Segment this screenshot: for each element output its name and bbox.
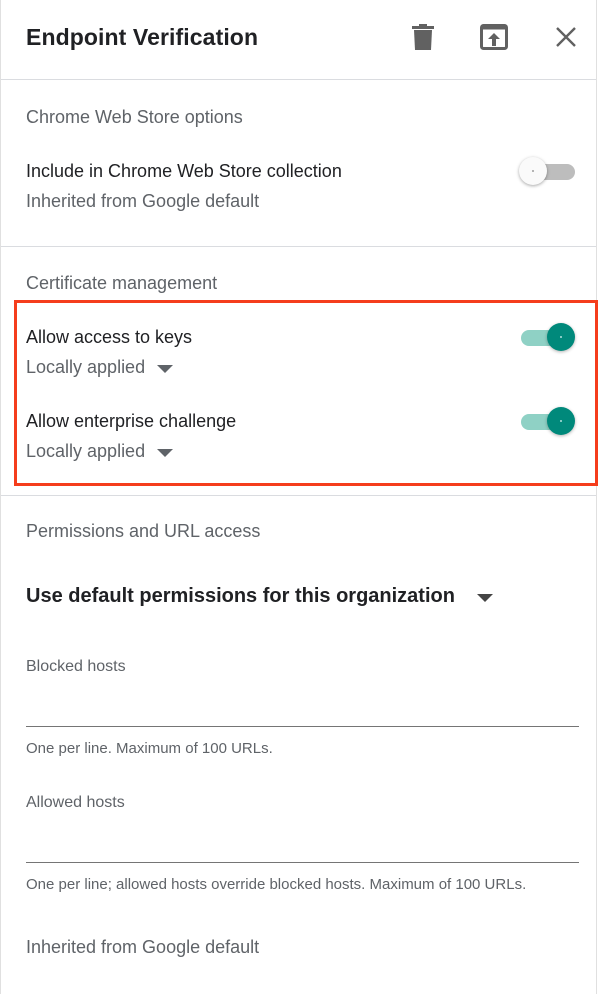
open-in-new-icon[interactable] bbox=[479, 22, 509, 52]
section-divider bbox=[1, 495, 596, 496]
allowed-hosts-helper: One per line; allowed hosts override blo… bbox=[26, 876, 527, 893]
blocked-hosts-label: Blocked hosts bbox=[26, 658, 126, 675]
section-title-permissions: Permissions and URL access bbox=[26, 521, 261, 541]
section-divider bbox=[1, 246, 596, 247]
page-title: Endpoint Verification bbox=[26, 24, 259, 50]
blocked-hosts-input[interactable] bbox=[26, 687, 579, 727]
caret-down-icon bbox=[476, 593, 493, 602]
allowed-hosts-input[interactable] bbox=[26, 823, 579, 863]
include-in-collection-status: Inherited from Google default bbox=[26, 191, 260, 211]
close-icon[interactable] bbox=[551, 22, 581, 52]
permissions-mode-value: Use default permissions for this organiz… bbox=[26, 585, 455, 607]
section-title-certificate-management: Certificate management bbox=[26, 273, 218, 293]
highlight-box bbox=[14, 300, 598, 486]
delete-icon[interactable] bbox=[408, 22, 438, 52]
include-in-collection-toggle[interactable] bbox=[519, 156, 577, 186]
allowed-hosts-label: Allowed hosts bbox=[26, 794, 125, 811]
panel-header: Endpoint Verification bbox=[1, 0, 596, 80]
app-details-panel: Endpoint Verification Chrome Web Store o… bbox=[0, 0, 598, 994]
permissions-mode-dropdown[interactable]: Use default permissions for this organiz… bbox=[26, 585, 493, 608]
section-title-chrome-web-store: Chrome Web Store options bbox=[26, 107, 243, 127]
blocked-hosts-helper: One per line. Maximum of 100 URLs. bbox=[26, 740, 273, 757]
include-in-collection-label: Include in Chrome Web Store collection bbox=[26, 161, 342, 181]
toggle-thumb bbox=[519, 157, 547, 185]
permissions-inherited-status: Inherited from Google default bbox=[26, 937, 260, 957]
